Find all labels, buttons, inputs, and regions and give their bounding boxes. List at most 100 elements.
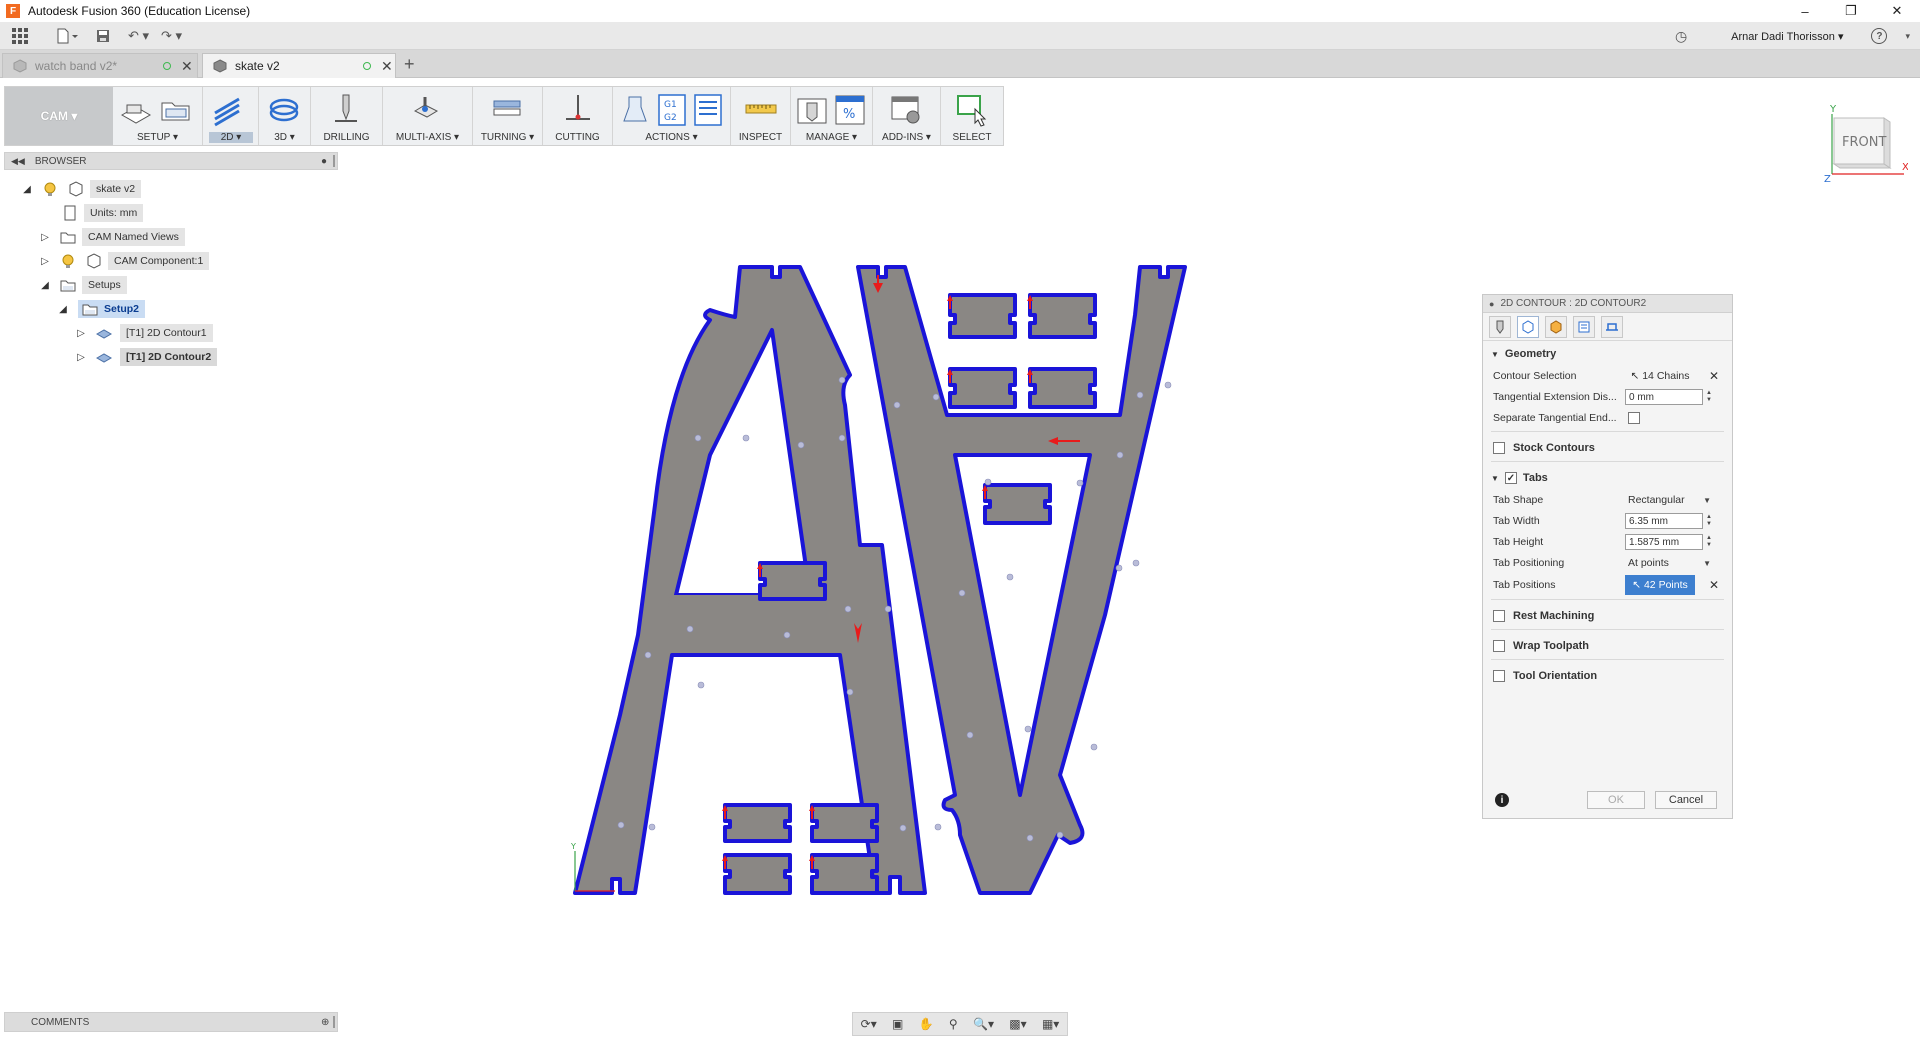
tab-tool[interactable] bbox=[1489, 315, 1511, 338]
user-account-menu[interactable]: Arnar Dadi Thorisson ▾ bbox=[1731, 30, 1843, 43]
wrap-toolpath-checkbox[interactable] bbox=[1493, 640, 1505, 652]
expand-arrow-icon[interactable]: ▷ bbox=[40, 232, 50, 243]
tabs-checkbox[interactable]: ✓ bbox=[1504, 472, 1517, 484]
look-at-icon[interactable]: ▣ bbox=[892, 1017, 903, 1031]
expand-arrow-icon[interactable]: ▷ bbox=[40, 256, 50, 267]
tab-skate-v2[interactable]: skate v2 ✕ bbox=[202, 53, 396, 78]
fit-icon[interactable]: 🔍▾ bbox=[973, 1017, 994, 1031]
save-icon[interactable] bbox=[96, 25, 110, 47]
orbit-icon[interactable]: ⟳▾ bbox=[861, 1017, 877, 1031]
3d-group[interactable]: 3D ▾ bbox=[259, 87, 311, 145]
section-wrap-toolpath[interactable]: Wrap Toolpath bbox=[1483, 637, 1732, 655]
tree-node-contour1[interactable]: ▷ [T1] 2D Contour1 bbox=[4, 324, 304, 342]
browser-pin-icon[interactable]: ● bbox=[321, 156, 327, 167]
close-tab-icon[interactable]: ✕ bbox=[181, 58, 193, 75]
model-viewport[interactable]: .part { fill: #8a8784; stroke: #1a14d8; … bbox=[560, 255, 1260, 915]
comments-panel[interactable]: COMMENTS ⊕ bbox=[4, 1012, 338, 1032]
section-geometry[interactable]: ▼ Geometry bbox=[1483, 345, 1732, 363]
setup-group[interactable]: SETUP ▾ bbox=[113, 87, 203, 145]
tab-passes[interactable] bbox=[1573, 315, 1595, 338]
tab-height-input[interactable]: 1.5875 mm bbox=[1625, 534, 1703, 550]
lightbulb-icon[interactable] bbox=[60, 253, 76, 269]
section-expand-icon[interactable]: ▼ bbox=[1491, 474, 1499, 483]
contour-selection-button[interactable]: ↖ 14 Chains bbox=[1625, 366, 1695, 386]
close-tab-icon[interactable]: ✕ bbox=[381, 58, 393, 75]
zoom-icon[interactable]: ⚲ bbox=[949, 1017, 958, 1031]
redo-icon[interactable]: ↷ ▾ bbox=[161, 25, 182, 47]
inspect-group[interactable]: INSPECT bbox=[731, 87, 791, 145]
dialog-header[interactable]: ● 2D CONTOUR : 2D CONTOUR2 bbox=[1483, 295, 1732, 313]
ok-button[interactable]: OK bbox=[1587, 791, 1645, 809]
dialog-collapse-icon[interactable]: ● bbox=[1489, 299, 1494, 309]
lightbulb-icon[interactable] bbox=[42, 181, 58, 197]
separate-tangential-checkbox[interactable] bbox=[1628, 412, 1640, 424]
close-window-button[interactable]: ✕ bbox=[1874, 0, 1920, 22]
comments-resize-handle[interactable] bbox=[333, 1016, 335, 1028]
help-menu-arrow-icon[interactable]: ▾ bbox=[1905, 31, 1910, 42]
app-grid-icon[interactable] bbox=[12, 25, 28, 47]
select-group[interactable]: SELECT bbox=[941, 87, 1003, 145]
tab-watch-band-v2[interactable]: watch band v2* ✕ bbox=[2, 53, 198, 78]
cancel-button[interactable]: Cancel bbox=[1655, 791, 1717, 809]
minimize-button[interactable]: – bbox=[1782, 0, 1828, 22]
2d-group[interactable]: 2D ▾ bbox=[203, 87, 259, 145]
info-icon[interactable]: i bbox=[1495, 793, 1509, 807]
collapse-arrow-icon[interactable]: ◢ bbox=[22, 184, 32, 195]
tree-node-root[interactable]: ◢ skate v2 bbox=[4, 180, 304, 198]
letter-a-part[interactable] bbox=[573, 265, 927, 895]
drilling-group[interactable]: DRILLING bbox=[311, 87, 383, 145]
add-comment-icon[interactable]: ⊕ bbox=[321, 1017, 329, 1028]
tree-node-setups[interactable]: ◢ Setups bbox=[4, 276, 304, 294]
browser-resize-handle[interactable] bbox=[333, 155, 335, 167]
tree-node-cam-component[interactable]: ▷ CAM Component:1 bbox=[4, 252, 304, 270]
workspace-switcher[interactable]: CAM ▾ bbox=[5, 87, 113, 145]
tree-node-setup2[interactable]: ◢ Setup2 bbox=[4, 300, 304, 318]
section-tabs[interactable]: ▼ ✓ Tabs bbox=[1483, 469, 1732, 487]
section-tool-orientation[interactable]: Tool Orientation bbox=[1483, 667, 1732, 685]
tab-positioning-select[interactable]: At points ▼ bbox=[1625, 554, 1713, 572]
section-stock-contours[interactable]: Stock Contours bbox=[1483, 439, 1732, 457]
new-tab-button[interactable]: + bbox=[404, 54, 415, 75]
tangential-extension-spinner[interactable]: ▲ ▼ bbox=[1705, 389, 1713, 405]
tab-linking[interactable] bbox=[1601, 315, 1623, 338]
multi-axis-group[interactable]: MULTI-AXIS ▾ bbox=[383, 87, 473, 145]
browser-panel-header[interactable]: ◀◀ BROWSER ● bbox=[4, 152, 338, 170]
undo-icon[interactable]: ↶ ▾ bbox=[128, 25, 149, 47]
tab-width-spinner[interactable]: ▲ ▼ bbox=[1705, 513, 1713, 529]
tab-width-input[interactable]: 6.35 mm bbox=[1625, 513, 1703, 529]
tab-heights[interactable] bbox=[1545, 315, 1567, 338]
rest-machining-checkbox[interactable] bbox=[1493, 610, 1505, 622]
collapse-arrow-icon[interactable]: ◢ bbox=[40, 280, 50, 291]
add-ins-group[interactable]: ADD-INS ▾ bbox=[873, 87, 941, 145]
job-status-icon[interactable]: ◷ bbox=[1675, 28, 1687, 45]
tab-shape-select[interactable]: Rectangular ▼ bbox=[1625, 491, 1713, 509]
tangential-extension-input[interactable]: 0 mm bbox=[1625, 389, 1703, 405]
tab-height-spinner[interactable]: ▲ ▼ bbox=[1705, 534, 1713, 550]
stock-contours-checkbox[interactable] bbox=[1493, 442, 1505, 454]
section-rest-machining[interactable]: Rest Machining bbox=[1483, 607, 1732, 625]
turning-group[interactable]: TURNING ▾ bbox=[473, 87, 543, 145]
expand-arrow-icon[interactable]: ▷ bbox=[76, 352, 86, 363]
actions-group[interactable]: G1 G2 ACTIONS ▾ bbox=[613, 87, 731, 145]
collapse-browser-icon[interactable]: ◀◀ bbox=[11, 156, 25, 167]
collapse-arrow-icon[interactable]: ◢ bbox=[58, 304, 68, 315]
clear-tab-positions-icon[interactable]: ✕ bbox=[1709, 578, 1719, 592]
expand-arrow-icon[interactable]: ▷ bbox=[76, 328, 86, 339]
file-menu-icon[interactable] bbox=[56, 25, 78, 47]
view-cube[interactable]: Y X Z FRONT bbox=[1818, 104, 1909, 185]
maximize-button[interactable]: ❐ bbox=[1828, 0, 1874, 22]
grid-settings-icon[interactable]: ▦▾ bbox=[1042, 1017, 1059, 1031]
tab-geometry[interactable] bbox=[1517, 315, 1539, 338]
tree-node-contour2[interactable]: ▷ [T1] 2D Contour2 bbox=[4, 348, 304, 366]
tree-node-units[interactable]: Units: mm bbox=[4, 204, 304, 222]
tool-orientation-checkbox[interactable] bbox=[1493, 670, 1505, 682]
tree-node-named-views[interactable]: ▷ CAM Named Views bbox=[4, 228, 304, 246]
manage-group[interactable]: % MANAGE ▾ bbox=[791, 87, 873, 145]
help-icon[interactable]: ? bbox=[1871, 28, 1888, 44]
pan-icon[interactable]: ✋ bbox=[919, 1017, 934, 1031]
clear-contour-selection-icon[interactable]: ✕ bbox=[1709, 369, 1719, 383]
section-expand-icon[interactable]: ▼ bbox=[1491, 350, 1499, 359]
cutting-group[interactable]: CUTTING bbox=[543, 87, 613, 145]
tab-positions-button[interactable]: ↖ 42 Points bbox=[1625, 575, 1695, 595]
display-settings-icon[interactable]: ▩▾ bbox=[1009, 1017, 1026, 1031]
